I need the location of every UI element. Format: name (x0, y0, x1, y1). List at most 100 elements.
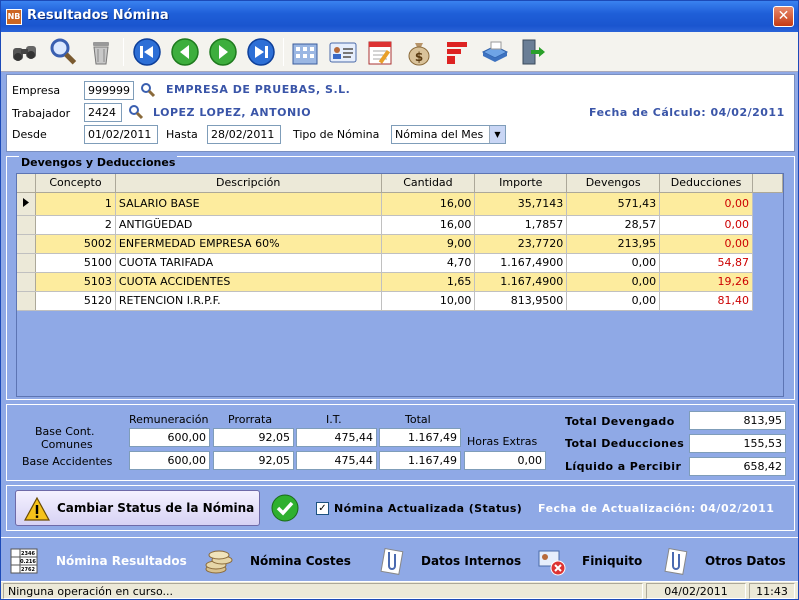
tab-nomina-resultados-label: Nómina Resultados (56, 554, 187, 568)
group-title: Devengos y Deducciones (19, 156, 178, 169)
col-concepto[interactable]: Concepto (35, 174, 116, 193)
report-icon[interactable] (441, 36, 473, 68)
trabajador-name: LOPEZ LOPEZ, ANTONIO (153, 106, 312, 119)
liquido-label: Líquido a Percibir (565, 460, 682, 473)
horas-extras-field[interactable]: 0,00 (464, 451, 546, 470)
next-record-icon[interactable] (207, 36, 239, 68)
actualizada-checkbox[interactable]: ✓ (316, 502, 329, 515)
hasta-field[interactable]: 28/02/2011 (207, 125, 281, 144)
empresa-label: Empresa (12, 84, 61, 97)
svg-text:2762: 2762 (21, 567, 35, 573)
tab-nomina-resultados[interactable]: 2346 0.216 2762 Nómina Resultados (9, 546, 189, 576)
company-building-icon[interactable] (289, 36, 321, 68)
tipo-nomina-label: Tipo de Nómina (293, 128, 380, 141)
app-icon: NB (6, 9, 22, 25)
paperclip-icon (661, 546, 691, 576)
col-remuneracion-label: Remuneración (129, 413, 209, 426)
table-row[interactable]: 1 SALARIO BASE 16,00 35,7143 571,43 0,00 (17, 192, 783, 216)
base-accidentes-label: Base Accidentes (22, 455, 113, 468)
empresa-field[interactable]: 999999 (84, 81, 134, 100)
devengos-grid[interactable]: Concepto Descripción Cantidad Importe De… (16, 173, 784, 397)
accidentes-remuneracion-field[interactable]: 600,00 (129, 451, 210, 470)
trash-icon[interactable] (85, 36, 117, 68)
accidentes-it-field[interactable]: 475,44 (296, 451, 377, 470)
bottom-tabs: 2346 0.216 2762 Nómina Resultados Nómina C… (1, 537, 798, 581)
actualizada-label: Nómina Actualizada (Status) (334, 502, 523, 515)
money-bag-icon[interactable]: $ (403, 36, 435, 68)
search-trabajador-icon[interactable] (128, 104, 144, 120)
table-row[interactable]: 5100 CUOTA TARIFADA 4,70 1.167,4900 0,00… (17, 253, 783, 273)
change-status-label: Cambiar Status de la Nómina (57, 501, 255, 515)
table-row[interactable]: 5002 ENFERMEDAD EMPRESA 60% 9,00 23,7720… (17, 234, 783, 254)
coins-icon (204, 546, 234, 576)
table-row[interactable]: 2 ANTIGÜEDAD 16,00 1,7857 28,57 0,00 (17, 215, 783, 235)
svg-text:2346: 2346 (21, 551, 35, 557)
col-cantidad[interactable]: Cantidad (381, 174, 476, 193)
employee-card-icon[interactable] (327, 36, 359, 68)
accidentes-prorrata-field[interactable]: 92,05 (213, 451, 294, 470)
window-title: Resultados Nómina (27, 8, 169, 23)
total-deducciones-field[interactable]: 155,53 (689, 434, 786, 453)
table-icon: 2346 0.216 2762 (9, 546, 39, 576)
main-window: NB Resultados Nómina ✕ $ Empresa 999999 … (0, 0, 799, 600)
status-panel: Cambiar Status de la Nómina ✓ Nómina Act… (6, 485, 795, 531)
base-comunes-label-2: Comunes (41, 438, 93, 451)
devengos-table: Concepto Descripción Cantidad Importe De… (17, 174, 783, 311)
tab-nomina-costes[interactable]: Nómina Costes (204, 546, 354, 576)
previous-record-icon[interactable] (169, 36, 201, 68)
tab-otros-datos[interactable]: Otros Datos (661, 546, 791, 576)
fecha-calculo: Fecha de Cálculo: 04/02/2011 (589, 106, 785, 119)
col-deducciones[interactable]: Deducciones (659, 174, 754, 193)
col-it-label: I.T. (326, 413, 342, 426)
totals-panel: Remuneración Prorrata I.T. Total Base Co… (6, 404, 795, 481)
table-header: Concepto Descripción Cantidad Importe De… (17, 174, 783, 193)
trabajador-field[interactable]: 2424 (84, 103, 122, 122)
last-record-icon[interactable] (245, 36, 277, 68)
svg-text:0.216: 0.216 (20, 559, 36, 565)
desde-label: Desde (12, 128, 47, 141)
tab-finiquito-label: Finiquito (582, 554, 643, 568)
tab-datos-internos-label: Datos Internos (421, 554, 522, 568)
hasta-label: Hasta (166, 128, 198, 141)
status-bar: Ninguna operación en curso... 04/02/2011… (1, 581, 798, 599)
comunes-total-field[interactable]: 1.167,49 (379, 428, 461, 447)
chevron-down-icon[interactable]: ▼ (489, 126, 505, 143)
warning-icon (23, 496, 51, 522)
total-devengado-label: Total Devengado (565, 415, 675, 428)
exit-door-icon[interactable] (517, 36, 549, 68)
search-icon[interactable] (47, 36, 79, 68)
header-panel: Empresa 999999 EMPRESA DE PRUEBAS, S.L. … (6, 74, 795, 152)
col-prorrata-label: Prorrata (228, 413, 273, 426)
binoculars-icon[interactable] (9, 36, 41, 68)
status-date: 04/02/2011 (646, 583, 746, 599)
horas-extras-label: Horas Extras (467, 435, 538, 448)
comunes-it-field[interactable]: 475,44 (296, 428, 377, 447)
tipo-nomina-select[interactable]: Nómina del Mes ▼ (391, 125, 506, 144)
desde-field[interactable]: 01/02/2011 (84, 125, 158, 144)
change-status-button[interactable]: Cambiar Status de la Nómina (15, 490, 260, 526)
table-row[interactable]: 5103 CUOTA ACCIDENTES 1,65 1.167,4900 0,… (17, 272, 783, 292)
table-row[interactable]: 5120 RETENCION I.R.P.F. 10,00 813,9500 0… (17, 291, 783, 311)
liquido-field[interactable]: 658,42 (689, 457, 786, 476)
col-importe[interactable]: Importe (474, 174, 568, 193)
calendar-edit-icon[interactable] (365, 36, 397, 68)
toolbar: $ (1, 32, 798, 72)
empresa-name: EMPRESA DE PRUEBAS, S.L. (166, 83, 351, 96)
tab-datos-internos[interactable]: Datos Internos (377, 546, 527, 576)
comunes-remuneracion-field[interactable]: 600,00 (129, 428, 210, 447)
check-ok-icon (270, 493, 300, 523)
search-empresa-icon[interactable] (140, 82, 156, 98)
close-button[interactable]: ✕ (773, 6, 794, 27)
col-devengos[interactable]: Devengos (566, 174, 661, 193)
comunes-prorrata-field[interactable]: 92,05 (213, 428, 294, 447)
tab-finiquito[interactable]: Finiquito (537, 546, 647, 576)
first-record-icon[interactable] (131, 36, 163, 68)
col-descripcion[interactable]: Descripción (115, 174, 382, 193)
status-message: Ninguna operación en curso... (3, 583, 643, 599)
printer-icon[interactable] (479, 36, 511, 68)
total-deducciones-label: Total Deducciones (565, 437, 685, 450)
tab-nomina-costes-label: Nómina Costes (250, 554, 351, 568)
accidentes-total-field[interactable]: 1.167,49 (379, 451, 461, 470)
total-devengado-field[interactable]: 813,95 (689, 411, 786, 430)
col-total-label: Total (405, 413, 431, 426)
